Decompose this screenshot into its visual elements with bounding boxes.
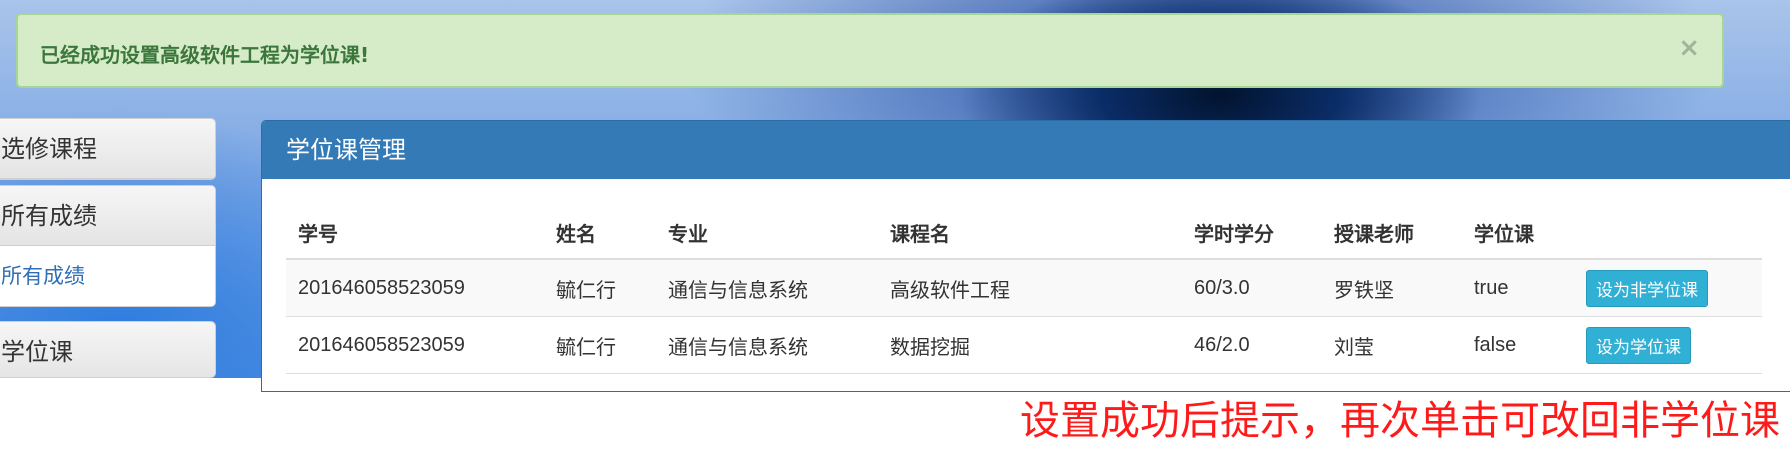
column-header-course: 课程名 bbox=[878, 206, 1182, 260]
table-row: 201646058523059 毓仁行 通信与信息系统 高级软件工程 60/3.… bbox=[286, 259, 1762, 317]
sidebar-panel-degree: 学位课 bbox=[0, 321, 216, 378]
sidebar-heading-grades[interactable]: 所有成绩 bbox=[0, 186, 215, 246]
set-non-degree-button[interactable]: 设为非学位课 bbox=[1586, 269, 1708, 307]
cell-action: 设为非学位课 bbox=[1574, 259, 1762, 317]
close-icon[interactable]: × bbox=[1678, 35, 1700, 61]
set-degree-button[interactable]: 设为学位课 bbox=[1586, 326, 1691, 364]
cell-teacher: 刘莹 bbox=[1322, 316, 1462, 374]
table-header-row: 学号 姓名 专业 课程名 学时学分 授课老师 学位课 bbox=[286, 206, 1762, 260]
sidebar-panel-elective: 选修课程 bbox=[0, 118, 216, 180]
column-header-major: 专业 bbox=[656, 206, 878, 260]
cell-name: 毓仁行 bbox=[544, 316, 656, 374]
alert-message: 已经成功设置高级软件工程为学位课! bbox=[40, 43, 370, 67]
cell-student-id: 201646058523059 bbox=[286, 316, 544, 374]
cell-action: 设为学位课 bbox=[1574, 316, 1762, 374]
column-header-name: 姓名 bbox=[544, 206, 656, 260]
cell-student-id: 201646058523059 bbox=[286, 259, 544, 317]
annotation-caption: 设置成功后提示，再次单击可改回非学位课 bbox=[1020, 398, 1780, 444]
cell-course: 高级软件工程 bbox=[878, 259, 1182, 317]
degree-course-panel: 学位课管理 学号 姓名 专业 课程名 学时学分 授课老师 学位课 2016460… bbox=[261, 120, 1790, 392]
table-row: 201646058523059 毓仁行 通信与信息系统 数据挖掘 46/2.0 … bbox=[286, 316, 1762, 374]
column-header-action bbox=[1574, 206, 1762, 260]
cell-hours-credits: 60/3.0 bbox=[1182, 259, 1322, 317]
cell-degree: true bbox=[1462, 259, 1574, 317]
sidebar-heading-degree[interactable]: 学位课 bbox=[0, 322, 215, 377]
course-table: 学号 姓名 专业 课程名 学时学分 授课老师 学位课 2016460585230… bbox=[286, 206, 1762, 374]
sidebar-heading-elective[interactable]: 选修课程 bbox=[0, 119, 215, 179]
cell-course: 数据挖掘 bbox=[878, 316, 1182, 374]
column-header-degree: 学位课 bbox=[1462, 206, 1574, 260]
success-alert: 已经成功设置高级软件工程为学位课! × bbox=[16, 13, 1724, 88]
cell-teacher: 罗铁坚 bbox=[1322, 259, 1462, 317]
cell-degree: false bbox=[1462, 316, 1574, 374]
panel-title: 学位课管理 bbox=[262, 121, 1790, 179]
sidebar-link-all-grades[interactable]: 所有成绩 bbox=[0, 246, 215, 306]
column-header-hours-credits: 学时学分 bbox=[1182, 206, 1322, 260]
sidebar-panel-grades: 所有成绩 所有成绩 bbox=[0, 185, 216, 307]
column-header-student-id: 学号 bbox=[286, 206, 544, 260]
cell-name: 毓仁行 bbox=[544, 259, 656, 317]
cell-major: 通信与信息系统 bbox=[656, 316, 878, 374]
column-header-teacher: 授课老师 bbox=[1322, 206, 1462, 260]
cell-hours-credits: 46/2.0 bbox=[1182, 316, 1322, 374]
cell-major: 通信与信息系统 bbox=[656, 259, 878, 317]
